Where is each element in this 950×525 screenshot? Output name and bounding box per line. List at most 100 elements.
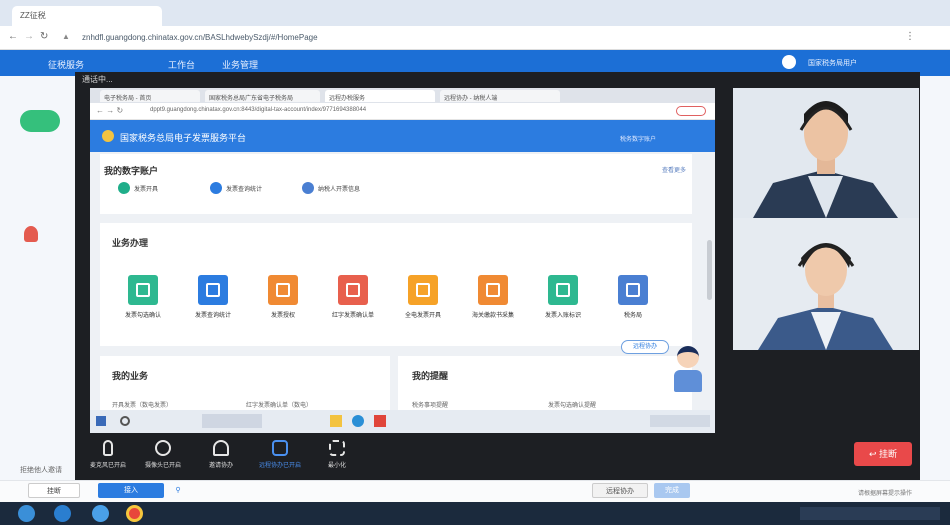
service-glyph-icon <box>206 283 220 297</box>
service-item-2-icon[interactable] <box>198 275 228 305</box>
quick-card <box>100 154 692 214</box>
invite-button[interactable]: 邀请协办 <box>196 440 246 469</box>
agent-avatar-1 <box>733 88 919 218</box>
contact-avatar <box>24 226 38 242</box>
service-glyph-icon <box>416 283 430 297</box>
quick-card-title: 我的数字账户 <box>104 166 159 176</box>
mail-icon[interactable] <box>374 415 386 427</box>
add-user-icon <box>213 440 229 456</box>
agent-video-2 <box>733 218 919 350</box>
outer-url-field[interactable]: znhdfl.guangdong.chinatax.gov.cn/BASLhdw… <box>82 30 762 46</box>
service-card <box>100 223 692 346</box>
invoice-icon <box>118 182 130 194</box>
service-item-7-icon[interactable] <box>548 275 578 305</box>
inner-tab-4[interactable]: 远程协办 - 纳税人端 <box>440 90 560 102</box>
service-card-title: 业务办理 <box>112 238 149 248</box>
nav-business[interactable]: 业务管理 <box>222 58 258 71</box>
my-reminder-line-1[interactable]: 税务事项提醒 <box>412 400 448 409</box>
hangup-button[interactable]: ↩ 挂断 <box>854 442 912 466</box>
minimize-button[interactable]: 最小化 <box>312 440 362 469</box>
edge-icon[interactable] <box>352 415 364 427</box>
inner-profile-button[interactable] <box>676 106 706 116</box>
inner-back-icon[interactable]: ← → ↻ <box>96 106 123 115</box>
service-glyph-icon <box>486 283 500 297</box>
service-item-4-label[interactable]: 红字发票确认单 <box>318 312 388 321</box>
outer-browser-tab[interactable]: ZZ征税 <box>12 6 162 26</box>
app-icon[interactable] <box>92 505 109 522</box>
reject-invite-label: 拒绝他人邀请 <box>20 467 62 474</box>
start-icon[interactable] <box>96 416 106 426</box>
mic-button[interactable]: 麦克风已开启 <box>83 440 133 469</box>
service-glyph-icon <box>626 283 640 297</box>
quick-item-invoice-query[interactable]: 发票查询统计 <box>210 180 262 196</box>
search-icon[interactable] <box>120 416 130 426</box>
user-avatar[interactable] <box>782 55 796 69</box>
inner-url-field[interactable]: dppt9.guangdong.chinatax.gov.cn:8443/dig… <box>150 107 366 113</box>
ie-icon[interactable] <box>54 505 71 522</box>
assistant-mascot-icon[interactable] <box>672 346 704 396</box>
taskbar-app[interactable] <box>202 414 262 428</box>
bottom-hangup-button[interactable]: 挂断 <box>28 483 80 498</box>
agent-video-1 <box>733 88 919 218</box>
service-item-4-icon[interactable] <box>338 275 368 305</box>
bottom-user-icon[interactable]: ⚲ <box>170 483 186 498</box>
service-item-3-label[interactable]: 发票授权 <box>248 312 318 321</box>
service-item-6-label[interactable]: 海关缴款书采集 <box>458 312 528 321</box>
my-reminder-title: 我的提醒 <box>412 371 449 381</box>
inner-taskbar <box>90 410 715 433</box>
inner-scrollbar[interactable] <box>707 240 712 300</box>
camera-button[interactable]: 摄像头已开启 <box>138 440 188 469</box>
lock-icon: ▲ <box>62 32 70 41</box>
green-status-pill[interactable] <box>20 110 60 132</box>
service-glyph-icon <box>276 283 290 297</box>
service-glyph-icon <box>556 283 570 297</box>
screen-share-icon <box>272 440 288 456</box>
service-item-6-icon[interactable] <box>478 275 508 305</box>
my-reminder-line-2[interactable]: 发票勾选确认提醒 <box>548 400 596 409</box>
service-item-5-icon[interactable] <box>408 275 438 305</box>
quick-item-invoice-issue[interactable]: 发票开具 <box>118 180 158 196</box>
quick-item-taxpayer-info[interactable]: 纳税人开票信息 <box>302 180 360 196</box>
service-item-1-icon[interactable] <box>128 275 158 305</box>
minimize-icon <box>329 440 345 456</box>
left-panel <box>0 76 78 496</box>
folder-icon[interactable] <box>330 415 342 427</box>
service-item-7-label[interactable]: 发票入账标识 <box>528 312 598 321</box>
bottom-accept-button[interactable]: 接入 <box>98 483 164 498</box>
service-item-3-icon[interactable] <box>268 275 298 305</box>
quick-card-more-link[interactable]: 查看更多 <box>662 165 686 174</box>
bottom-remote-assist-button[interactable]: 远程协办 <box>592 483 648 498</box>
inner-tab-1[interactable]: 电子税务局 - 首页 <box>100 90 200 102</box>
chrome-icon[interactable] <box>126 505 143 522</box>
my-business-line-1[interactable]: 开具发票（数电发票） <box>112 400 172 409</box>
service-item-8-label[interactable]: 税务局 <box>598 312 668 321</box>
user-name: 国家税务局用户 <box>808 60 857 67</box>
back-icon[interactable]: ← <box>8 31 18 42</box>
service-item-1-label[interactable]: 发票勾选确认 <box>108 312 178 321</box>
service-item-8-icon[interactable] <box>618 275 648 305</box>
app-brand: 征税服务 <box>48 60 85 70</box>
forward-icon[interactable]: → <box>24 31 34 42</box>
agent-avatar-2 <box>733 218 919 350</box>
service-item-2-label[interactable]: 发票查询统计 <box>178 312 248 321</box>
menu-icon[interactable]: ⋮ <box>905 31 915 42</box>
nav-workbench[interactable]: 工作台 <box>168 58 195 71</box>
inner-tab-2[interactable]: 国家税务总局广东省电子税务局 <box>205 90 320 102</box>
hangup-icon: ↩ <box>868 449 880 459</box>
service-item-5-label[interactable]: 全电发票开具 <box>388 312 458 321</box>
query-icon <box>210 182 222 194</box>
portal-header-link[interactable]: 税务数字账户 <box>620 134 656 143</box>
bottom-finish-button[interactable]: 完成 <box>654 483 690 498</box>
windows-start-icon[interactable] <box>18 505 35 522</box>
my-business-title: 我的业务 <box>112 371 149 381</box>
call-status-title: 通话中... <box>82 75 113 84</box>
tax-emblem-icon <box>102 130 114 142</box>
my-business-card: 我的业务 开具发票（数电发票） 红字发票确认单（数电） <box>100 356 390 410</box>
remote-assist-button[interactable]: 远程协办已开启 <box>255 440 305 469</box>
my-business-line-2[interactable]: 红字发票确认单（数电） <box>246 400 312 409</box>
camera-icon <box>155 440 171 456</box>
inner-tab-3[interactable]: 远程办税服务 <box>325 90 435 102</box>
assistant-bubble[interactable]: 远程协办 <box>621 340 669 354</box>
service-glyph-icon <box>346 283 360 297</box>
reload-icon[interactable]: ↻ <box>40 31 48 42</box>
